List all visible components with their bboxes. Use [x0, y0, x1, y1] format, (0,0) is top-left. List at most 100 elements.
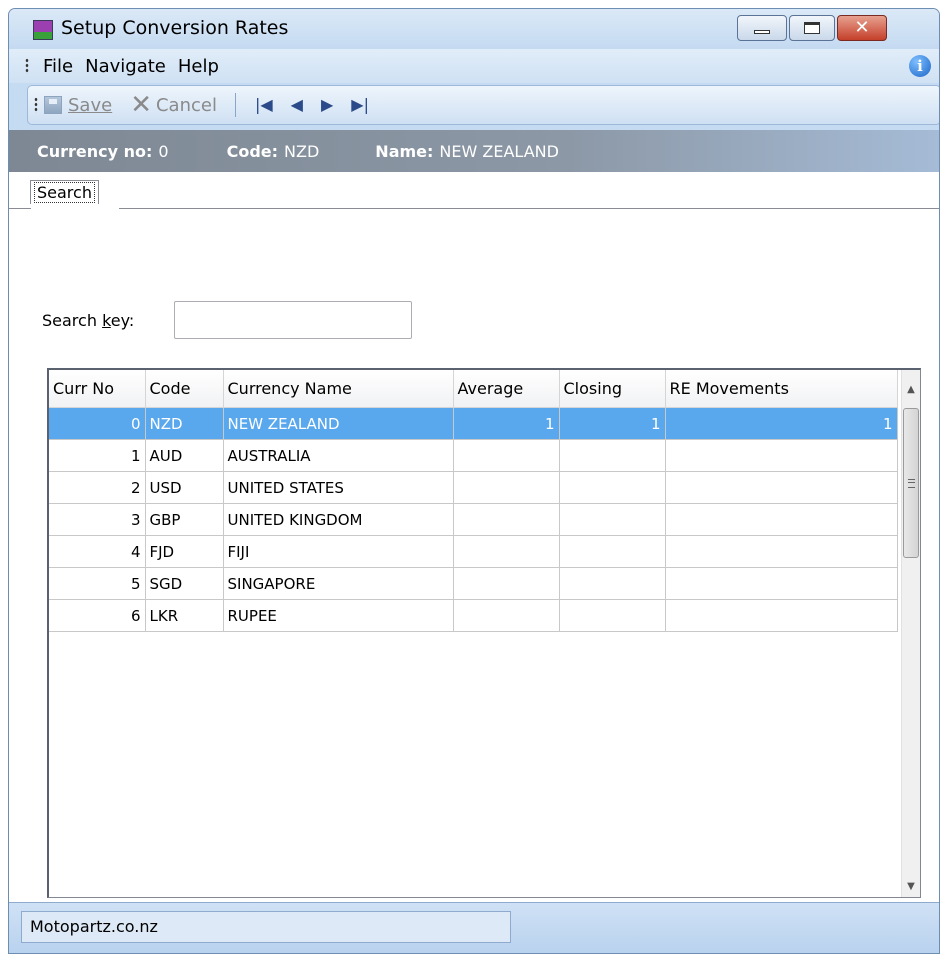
cell-curr-no[interactable]: 1 [49, 439, 146, 472]
save-icon [44, 96, 62, 114]
cell-closing[interactable]: 1 [559, 407, 666, 440]
cell-code[interactable]: FJD [145, 535, 224, 568]
cell-closing[interactable] [559, 439, 666, 472]
cell-code[interactable]: LKR [145, 599, 224, 632]
cell-curr-no[interactable]: 6 [49, 599, 146, 632]
cell-average[interactable] [453, 503, 560, 536]
previous-record-icon[interactable]: ◀ [291, 97, 303, 113]
cell-re-movements[interactable]: 1 [665, 407, 898, 440]
currency-no-label: Currency no: [37, 141, 153, 161]
currency-grid: Curr No Code Currency Name Average Closi… [47, 368, 921, 898]
cell-curr-no[interactable]: 0 [49, 407, 146, 440]
tab-active-indicator [31, 207, 119, 210]
table-row[interactable]: 6 LKR RUPEE [49, 599, 898, 632]
cancel-button[interactable]: ✕ Cancel [130, 92, 217, 118]
cell-code[interactable]: SGD [145, 567, 224, 600]
window-title: Setup Conversion Rates [61, 17, 289, 39]
cell-code[interactable]: AUD [145, 439, 224, 472]
cell-currency-name[interactable]: NEW ZEALAND [223, 407, 454, 440]
save-label: Save [68, 94, 113, 116]
cancel-icon: ✕ [130, 90, 152, 120]
cell-closing[interactable] [559, 471, 666, 504]
toolbar-separator [234, 93, 236, 117]
minimize-button[interactable] [737, 15, 787, 41]
menu-navigate[interactable]: Navigate [79, 56, 172, 77]
cell-currency-name[interactable]: UNITED KINGDOM [223, 503, 454, 536]
table-row[interactable]: 1 AUD AUSTRALIA [49, 439, 898, 472]
cell-average[interactable] [453, 567, 560, 600]
tab-search[interactable]: Search [30, 180, 99, 204]
grid-vertical-scrollbar[interactable]: ▲ ▼ [901, 370, 920, 897]
currency-no-value: 0 [158, 141, 169, 161]
last-record-icon[interactable]: ▶| [351, 97, 369, 113]
cell-currency-name[interactable]: SINGAPORE [223, 567, 454, 600]
cell-average[interactable] [453, 535, 560, 568]
column-header-code[interactable]: Code [145, 370, 224, 408]
column-header-re-movements[interactable]: RE Movements [665, 370, 898, 408]
cell-re-movements[interactable] [665, 439, 898, 472]
cell-curr-no[interactable]: 4 [49, 535, 146, 568]
cell-re-movements[interactable] [665, 503, 898, 536]
toolbar-grip-icon[interactable] [34, 97, 38, 113]
cell-code[interactable]: NZD [145, 407, 224, 440]
maximize-button[interactable] [789, 15, 835, 41]
table-row[interactable]: 3 GBP UNITED KINGDOM [49, 503, 898, 536]
column-header-curr-no[interactable]: Curr No [49, 370, 146, 408]
code-label: Code: [226, 141, 279, 161]
first-record-icon[interactable]: |◀ [255, 97, 273, 113]
info-icon[interactable]: i [909, 55, 931, 77]
table-row[interactable]: 5 SGD SINGAPORE [49, 567, 898, 600]
scroll-up-icon[interactable]: ▲ [902, 380, 920, 400]
minimize-icon [754, 30, 770, 34]
table-row[interactable]: 4 FJD FIJI [49, 535, 898, 568]
menu-help[interactable]: Help [172, 56, 225, 77]
cell-closing[interactable] [559, 503, 666, 536]
search-key-input[interactable] [174, 301, 412, 339]
scroll-grip-icon [908, 479, 915, 488]
cell-average[interactable] [453, 471, 560, 504]
column-header-average[interactable]: Average [453, 370, 560, 408]
maximize-icon [804, 22, 820, 34]
title-bar[interactable]: Setup Conversion Rates ✕ [9, 9, 939, 49]
scroll-thumb[interactable] [903, 408, 919, 558]
close-button[interactable]: ✕ [837, 15, 887, 41]
cell-currency-name[interactable]: FIJI [223, 535, 454, 568]
cell-re-movements[interactable] [665, 471, 898, 504]
column-header-currency-name[interactable]: Currency Name [223, 370, 454, 408]
cell-average[interactable] [453, 439, 560, 472]
cell-average[interactable] [453, 599, 560, 632]
cell-code[interactable]: USD [145, 471, 224, 504]
cell-closing[interactable] [559, 535, 666, 568]
content-area: Search Search key: Curr No Code Currency… [9, 172, 939, 903]
table-row[interactable]: 2 USD UNITED STATES [49, 471, 898, 504]
close-icon: ✕ [854, 17, 870, 38]
cell-re-movements[interactable] [665, 535, 898, 568]
name-value: NEW ZEALAND [439, 141, 559, 161]
cell-re-movements[interactable] [665, 567, 898, 600]
cell-currency-name[interactable]: AUSTRALIA [223, 439, 454, 472]
code-value: NZD [284, 141, 320, 161]
scroll-down-icon[interactable]: ▼ [902, 877, 920, 897]
cell-currency-name[interactable]: RUPEE [223, 599, 454, 632]
next-record-icon[interactable]: ▶ [321, 97, 333, 113]
save-button[interactable]: Save [44, 95, 112, 116]
cell-closing[interactable] [559, 599, 666, 632]
cell-curr-no[interactable]: 3 [49, 503, 146, 536]
cell-closing[interactable] [559, 567, 666, 600]
cell-curr-no[interactable]: 5 [49, 567, 146, 600]
cell-average[interactable]: 1 [453, 407, 560, 440]
grid-header-row: Curr No Code Currency Name Average Closi… [49, 370, 898, 408]
cell-re-movements[interactable] [665, 599, 898, 632]
tab-search-label: Search [34, 182, 95, 203]
table-row[interactable]: 0 NZD NEW ZEALAND 1 1 1 [49, 407, 898, 440]
search-label-access-key: k [102, 311, 111, 330]
cancel-label: Cancel [155, 94, 217, 116]
cell-curr-no[interactable]: 2 [49, 471, 146, 504]
cell-currency-name[interactable]: UNITED STATES [223, 471, 454, 504]
menu-grip-icon[interactable] [25, 58, 29, 74]
menu-file[interactable]: File [37, 56, 79, 77]
app-window: Setup Conversion Rates ✕ File Navigate H… [8, 8, 940, 954]
cell-code[interactable]: GBP [145, 503, 224, 536]
column-header-closing[interactable]: Closing [559, 370, 666, 408]
search-label-suffix: ey: [110, 311, 135, 330]
